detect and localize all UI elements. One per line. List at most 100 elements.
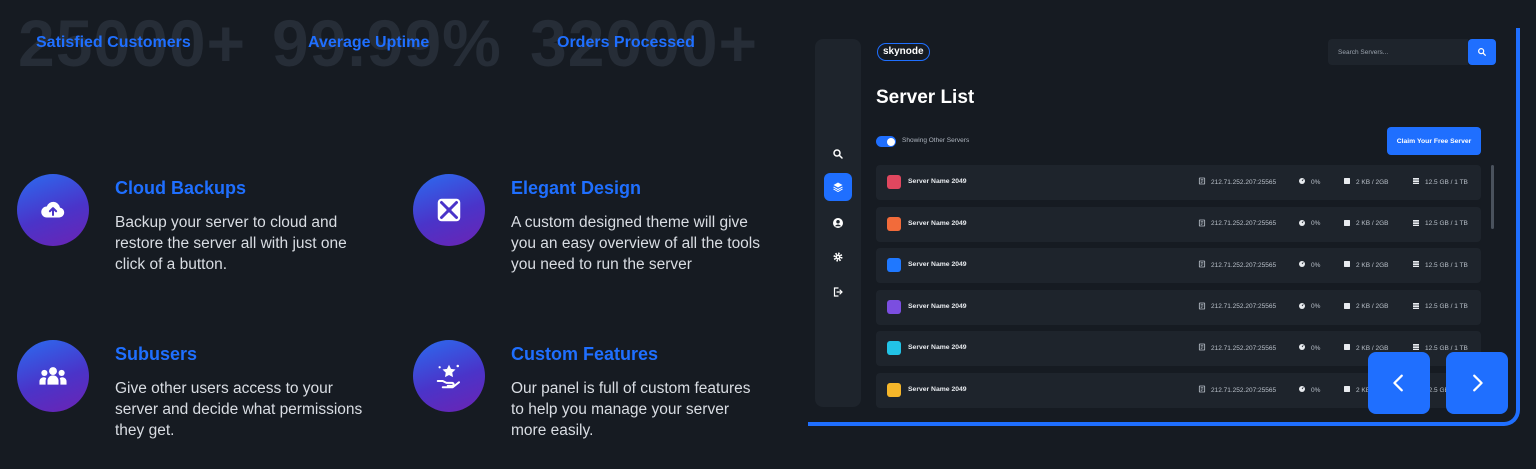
gear-icon — [833, 252, 843, 262]
feature-description: Give other users access to your server a… — [115, 380, 363, 439]
sidebar-account-button[interactable] — [824, 209, 852, 237]
memory-icon — [1343, 302, 1351, 312]
address-icon — [1198, 343, 1206, 353]
server-cpu: 0% — [1298, 384, 1320, 396]
server-disk-value: 12.5 GB / 1 TB — [1425, 261, 1468, 269]
scrollbar-thumb[interactable] — [1491, 165, 1494, 229]
claim-free-server-button[interactable]: Claim Your Free Server — [1387, 127, 1481, 155]
address-icon — [1198, 302, 1206, 312]
server-name: Server Name 2049 — [908, 261, 967, 269]
server-ip: 212.71.252.207:25565 — [1198, 218, 1276, 230]
show-other-servers-toggle[interactable] — [876, 136, 896, 147]
server-name: Server Name 2049 — [908, 344, 967, 352]
cpu-gauge-icon — [1298, 385, 1306, 395]
server-color-badge — [887, 383, 901, 397]
memory-icon — [1343, 343, 1351, 353]
server-color-badge — [887, 299, 901, 314]
user-circle-icon — [833, 218, 843, 228]
server-ram-value: 2 KB / 2GB — [1356, 220, 1389, 228]
server-disk: 12.5 GB / 1 TB — [1412, 218, 1468, 230]
server-cpu: 0% — [1298, 176, 1320, 188]
cpu-gauge-icon — [1298, 219, 1306, 229]
server-name: Server Name 2049 — [908, 302, 967, 310]
server-ram: 2 KB / 2GB — [1343, 176, 1389, 188]
disk-icon — [1412, 219, 1420, 229]
server-ram-value: 2 KB / 2GB — [1356, 303, 1389, 311]
server-cpu-value: 0% — [1311, 178, 1321, 186]
logout-icon — [833, 287, 843, 297]
server-ram: 2 KB / 2GB — [1343, 218, 1389, 230]
address-icon — [1198, 260, 1206, 270]
server-cpu-value: 0% — [1311, 386, 1321, 394]
search-input[interactable] — [1328, 39, 1468, 65]
feature-title: Cloud Backups — [115, 178, 247, 198]
page-title: Server List — [876, 87, 975, 108]
cloud-upload-icon — [17, 174, 89, 246]
server-ram: 2 KB / 2GB — [1343, 259, 1389, 271]
memory-icon — [1343, 385, 1351, 395]
server-name: Server Name 2049 — [908, 386, 967, 393]
server-ip-value: 212.71.252.207:25565 — [1211, 178, 1277, 186]
server-ip-value: 212.71.252.207:25565 — [1211, 220, 1277, 228]
sidebar-settings-button[interactable] — [824, 243, 852, 271]
server-ip: 212.71.252.207:25565 — [1198, 342, 1276, 354]
feature-description: A custom designed theme will give you an… — [511, 214, 760, 273]
feature-title: Custom Features — [511, 344, 659, 364]
server-row[interactable]: Server Name 2049 212.71.252.207:25565 0% 2 … — [876, 289, 1481, 325]
server-color-badge — [887, 258, 901, 273]
chevron-left-icon — [1393, 374, 1403, 392]
server-disk: 12.5 GB / 1 TB — [1412, 301, 1468, 313]
carousel-next-button[interactable] — [1446, 352, 1508, 414]
feature-title: Elegant Design — [511, 178, 642, 198]
server-ip: 212.71.252.207:25565 — [1198, 301, 1276, 313]
server-cpu-value: 0% — [1311, 303, 1321, 311]
server-cpu-value: 0% — [1311, 220, 1321, 228]
disk-icon — [1412, 177, 1420, 187]
panel-sidebar — [815, 39, 861, 407]
disk-icon — [1412, 302, 1420, 312]
server-row[interactable]: Server Name 2049 212.71.252.207:25565 0% 2 … — [876, 165, 1481, 200]
server-ip-value: 212.71.252.207:25565 — [1211, 261, 1277, 269]
server-ip-value: 212.71.252.207:25565 — [1211, 303, 1277, 311]
server-cpu: 0% — [1298, 342, 1320, 354]
address-icon — [1198, 219, 1206, 229]
stat-label: Orders Processed — [557, 34, 695, 51]
server-color-badge — [887, 175, 901, 189]
search-icon — [833, 149, 843, 159]
sidebar-search-button[interactable] — [824, 140, 852, 168]
users-group-icon — [17, 340, 89, 412]
cpu-gauge-icon — [1298, 177, 1306, 187]
feature-description: Backup your server to cloud and restore … — [115, 214, 347, 273]
search-button[interactable] — [1468, 39, 1496, 65]
layers-icon — [833, 182, 843, 193]
stat-label: Satisfied Customers — [36, 34, 191, 51]
server-ram: 2 KB / 2GB — [1343, 301, 1389, 313]
feature-title: Subusers — [115, 344, 198, 364]
carousel-prev-button[interactable] — [1368, 352, 1430, 414]
server-name: Server Name 2049 — [908, 219, 967, 227]
server-cpu-value: 0% — [1311, 344, 1321, 352]
feature-description: Our panel is full of custom features to … — [511, 380, 751, 439]
server-ip-value: 212.71.252.207:25565 — [1211, 344, 1277, 352]
server-cpu: 0% — [1298, 301, 1320, 313]
server-ip-value: 212.71.252.207:25565 — [1211, 386, 1277, 394]
memory-icon — [1343, 260, 1351, 270]
skynode-logo: skynode — [877, 43, 930, 61]
search-icon — [1478, 48, 1486, 56]
memory-icon — [1343, 177, 1351, 187]
toggle-label: Showing Other Servers — [902, 137, 970, 144]
cpu-gauge-icon — [1298, 302, 1306, 312]
server-ip: 212.71.252.207:25565 — [1198, 384, 1276, 396]
address-icon — [1198, 177, 1206, 187]
design-tools-icon — [413, 174, 485, 246]
server-row[interactable]: Server Name 2049 212.71.252.207:25565 0% 2 … — [876, 248, 1481, 284]
sidebar-servers-button[interactable] — [824, 173, 852, 201]
stat-label: Average Uptime — [308, 34, 430, 51]
star-hand-icon — [413, 340, 485, 412]
server-cpu: 0% — [1298, 259, 1320, 271]
sidebar-logout-button[interactable] — [824, 278, 852, 306]
server-ram-value: 2 KB / 2GB — [1356, 344, 1389, 352]
server-row[interactable]: Server Name 2049 212.71.252.207:25565 0% 2 … — [876, 206, 1481, 242]
address-icon — [1198, 385, 1206, 395]
server-disk: 12.5 GB / 1 TB — [1412, 259, 1468, 271]
